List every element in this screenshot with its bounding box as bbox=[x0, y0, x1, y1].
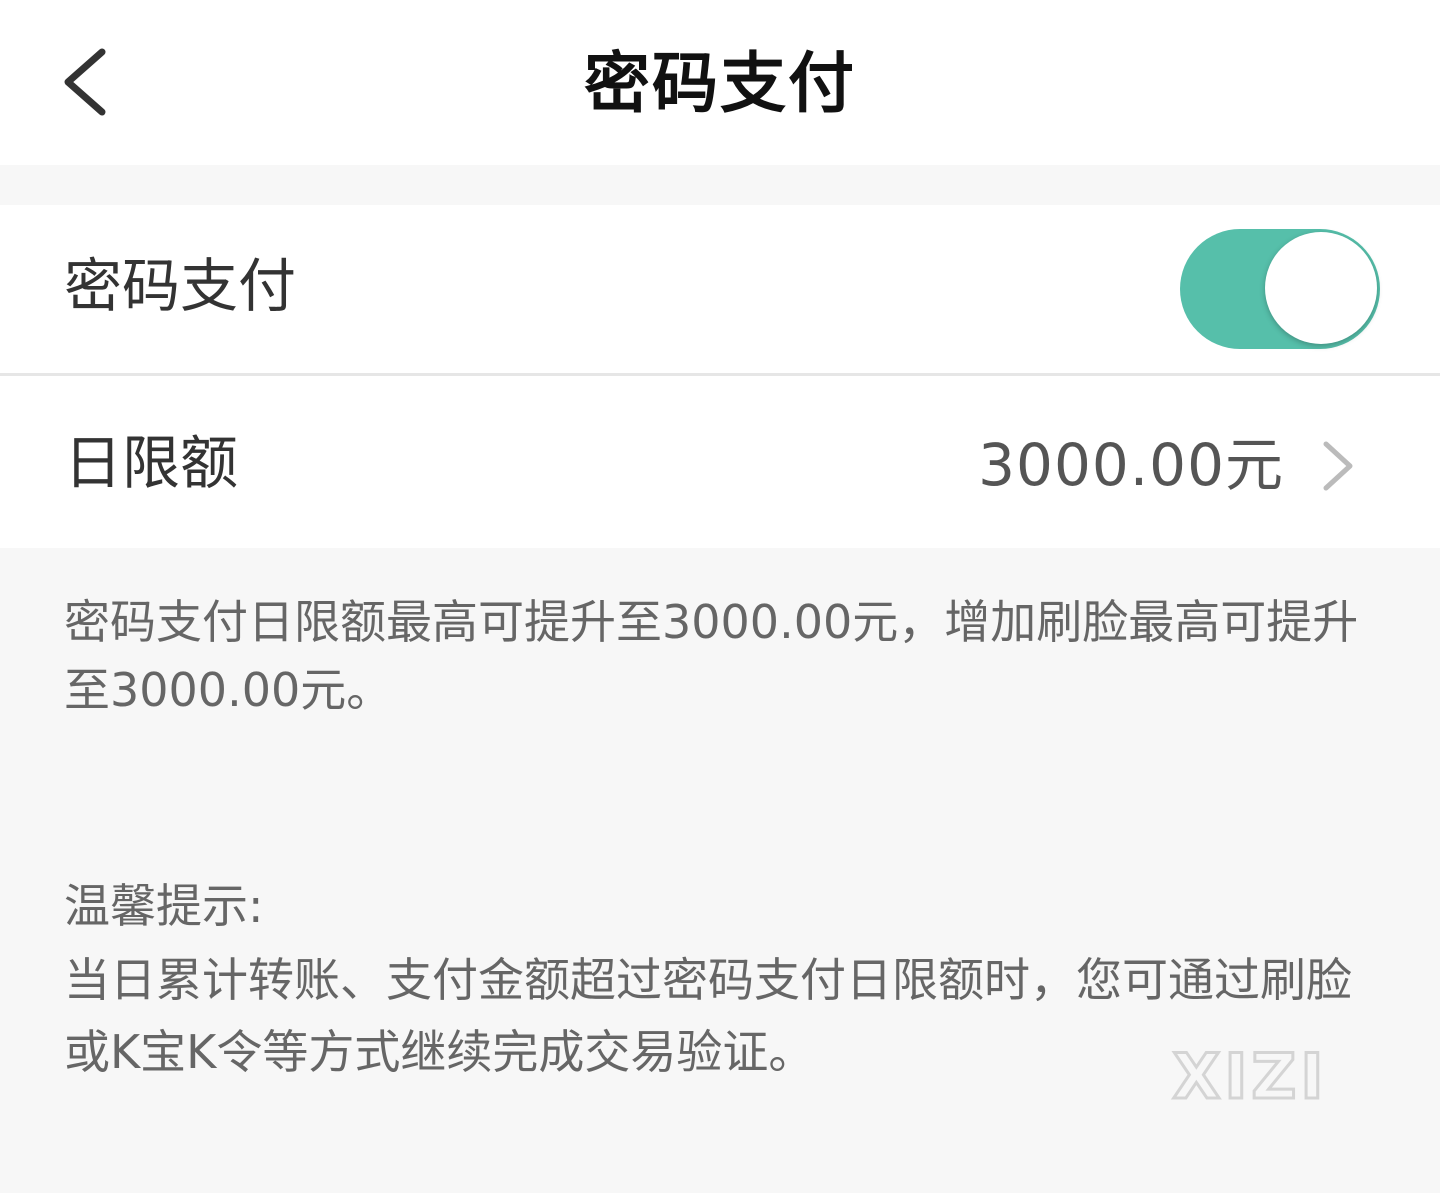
svg-text:XIZI: XIZI bbox=[1173, 1040, 1328, 1110]
password-pay-toggle[interactable] bbox=[1180, 229, 1380, 349]
chevron-right-icon bbox=[1323, 441, 1353, 491]
tips-title: 温馨提示: bbox=[64, 879, 264, 933]
top-nav-bar: 密码支付 bbox=[0, 0, 1440, 165]
watermark-logo: XIZI bbox=[1171, 1040, 1328, 1110]
password-pay-label: 密码支付 bbox=[64, 252, 297, 320]
daily-limit-row[interactable]: 日限额 3000.00元 bbox=[0, 376, 1440, 548]
settings-card: 密码支付 日限额 3000.00元 bbox=[0, 205, 1440, 548]
limit-description: 密码支付日限额最高可提升至3000.00元，增加刷脸最高可提升至3000.00元… bbox=[64, 595, 1359, 717]
toggle-knob bbox=[1265, 232, 1377, 344]
daily-limit-value: 3000.00元 bbox=[978, 431, 1284, 499]
page-title: 密码支付 bbox=[584, 45, 856, 122]
daily-limit-label: 日限额 bbox=[64, 429, 239, 497]
password-pay-row: 密码支付 bbox=[0, 205, 1440, 373]
